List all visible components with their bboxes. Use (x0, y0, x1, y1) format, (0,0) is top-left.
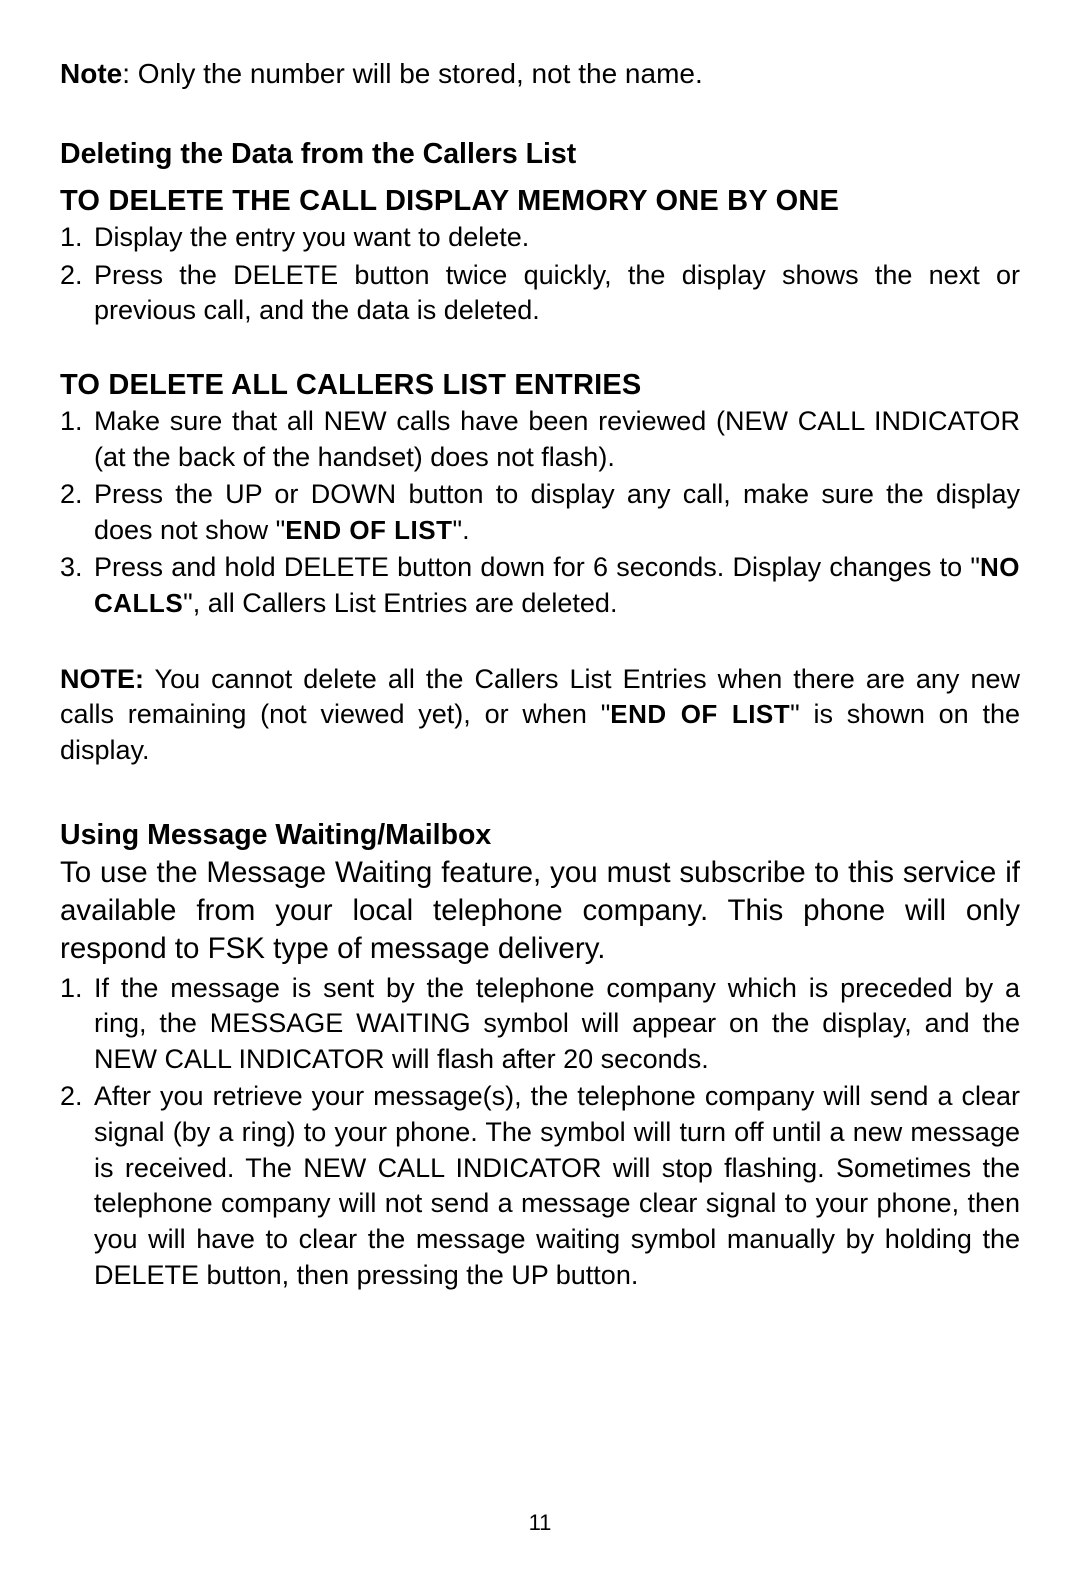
list-item: 2.After you retrieve your message(s), th… (60, 1079, 1020, 1293)
page-number: 11 (0, 1510, 1080, 1536)
heading-delete-all: TO DELETE ALL CALLERS LIST ENTRIES (60, 369, 1020, 402)
note-cannot-delete: NOTE: You cannot delete all the Callers … (60, 662, 1020, 769)
list-delete-all: 1.Make sure that all NEW calls have been… (60, 404, 1020, 622)
note-label: NOTE: (60, 664, 144, 694)
list-mailbox: 1.If the message is sent by the telephon… (60, 971, 1020, 1294)
subheading-mailbox: Using Message Waiting/Mailbox (60, 819, 1020, 852)
list-item: 1.Display the entry you want to delete. (60, 220, 1020, 256)
lcd-text: END OF LIST (610, 699, 790, 729)
note-text: : Only the number will be stored, not th… (122, 58, 703, 89)
mailbox-intro: To use the Message Waiting feature, you … (60, 854, 1020, 969)
list-delete-one-by-one: 1.Display the entry you want to delete. … (60, 220, 1020, 329)
list-item: 1.If the message is sent by the telephon… (60, 971, 1020, 1078)
heading-delete-one-by-one: TO DELETE THE CALL DISPLAY MEMORY ONE BY… (60, 185, 1020, 218)
note-label: Note (60, 58, 122, 89)
subheading-deleting: Deleting the Data from the Callers List (60, 138, 1020, 171)
list-item: 3.Press and hold DELETE button down for … (60, 550, 1020, 621)
lcd-text: END OF LIST (285, 515, 452, 545)
list-item: 1.Make sure that all NEW calls have been… (60, 404, 1020, 475)
note-number-only: Note: Only the number will be stored, no… (60, 58, 1020, 90)
list-item: 2.Press the DELETE button twice quickly,… (60, 258, 1020, 329)
list-item: 2.Press the UP or DOWN button to display… (60, 477, 1020, 548)
